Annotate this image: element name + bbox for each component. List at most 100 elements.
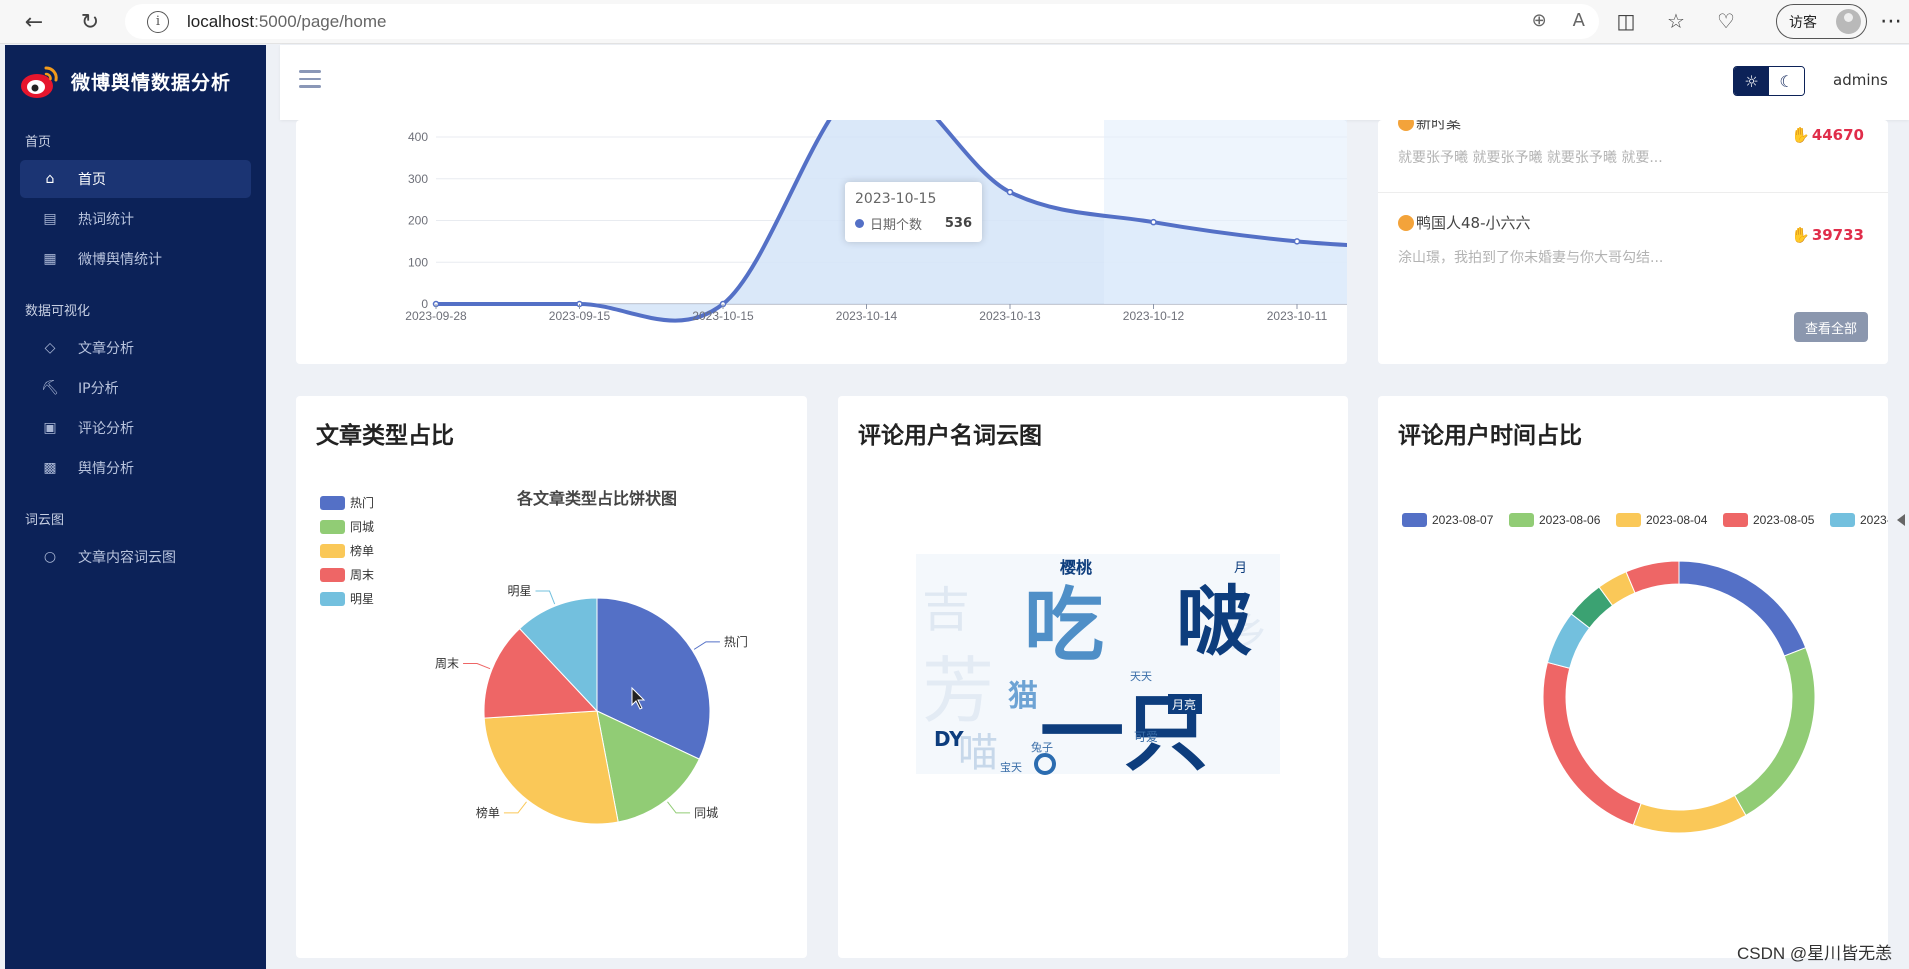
donut-segment [1678, 560, 1807, 657]
sidebar-item-comment-analysis[interactable]: ▣ 评论分析 [20, 409, 251, 447]
zoom-icon[interactable]: ⊕ [1532, 10, 1547, 31]
username-wordcloud-image: 吉 芳 乡 喵 吃 啵 一只 猫 樱桃 月亮 可爱 兔子 宝天 天天 月 DY [916, 554, 1280, 782]
comment-time-donut-chart[interactable]: 2023-08-07 2023-08-06 2023-08-04 2023-08-05… [1378, 396, 1888, 958]
chart-tooltip: 2023-10-15 日期个数 536 [845, 182, 982, 242]
legend-swatch [1830, 513, 1855, 527]
sidebar-item-label: 热词统计 [78, 212, 134, 228]
slice-label: 明星 [507, 584, 531, 598]
label-line [693, 641, 720, 650]
svg-text:吉: 吉 [922, 582, 970, 638]
svg-text:DY: DY [934, 727, 964, 751]
light-mode-icon[interactable]: ☼ [1734, 67, 1769, 95]
sidebar-item-label: 文章分析 [78, 341, 134, 357]
svg-text:芳: 芳 [922, 649, 994, 733]
sidebar-item-article-analysis[interactable]: ◇ 文章分析 [20, 329, 251, 367]
section-title-home: 首页 [25, 135, 52, 150]
sidebar-item-sentiment-analysis[interactable]: ▩ 舆情分析 [20, 449, 251, 487]
slice-label: 同城 [694, 806, 718, 820]
user-avatar-icon [1398, 120, 1414, 131]
watermark: CSDN @星川皆无恙 [1737, 944, 1893, 963]
app-title: 微博舆情数据分析 [71, 71, 232, 94]
url-text[interactable]: localhost:5000/page/home [187, 12, 386, 32]
browser-health-icon[interactable]: ♡ [1712, 5, 1740, 37]
data-point [1150, 218, 1157, 226]
word-tuzi: 兔子 [1031, 740, 1053, 754]
word-yue: 月 [1234, 561, 1247, 576]
legend-label: 2023-08-07 [1432, 513, 1494, 527]
username-wordcloud-card: 评论用户名词云图 吉 芳 乡 喵 吃 啵 一只 猫 樱桃 月亮 可爱 兔子 宝天… [838, 396, 1348, 958]
legend-swatch [320, 568, 345, 582]
legend-label: 明星 [350, 592, 374, 606]
theme-toggle[interactable]: ☼ ☾ [1733, 66, 1805, 96]
slice-label: 周末 [435, 657, 459, 671]
list-item[interactable]: 鸭国人48-小六六 涂山璟，我拍到了你未婚妻与你大哥勾结... ✋ 39733 [1398, 212, 1868, 267]
date-count-area-chart[interactable]: 01002003004002023-09-28 2023-09-15 2023-10… [296, 120, 1347, 364]
more-icon[interactable]: ⋯ [1880, 9, 1902, 34]
x-tick-label: 2023-09-28 [405, 309, 467, 323]
donut-segment [1542, 661, 1642, 826]
sidebar-item-ip-analysis[interactable]: ⛏ IP分析 [20, 369, 251, 407]
word-tiantian: 天天 [1130, 670, 1152, 683]
menu-toggle-icon[interactable] [299, 70, 321, 93]
brand[interactable]: 微博舆情数据分析 [5, 45, 266, 117]
y-tick-label: 200 [408, 214, 428, 228]
browser-toolbar: ← ↻ i localhost:5000/page/home ⊕ A ◫ ☆ ♡… [0, 0, 1909, 44]
word-bo: 啵 [1176, 577, 1252, 666]
legend-swatch [320, 520, 345, 534]
tooltip-value: 536 [944, 216, 972, 231]
date-count-chart-card: 0 100 200 300 400 2023-09-28 2023-09-15 2023-10… [296, 120, 1347, 364]
sidebar-item-home[interactable]: ⌂ 首页 [20, 160, 251, 198]
back-arrow-icon[interactable]: ← [14, 2, 54, 42]
legend-swatch [1509, 513, 1534, 527]
sidebar-item-hotwords[interactable]: ▤ 热词统计 [20, 200, 251, 238]
sidebar-item-label: 评论分析 [78, 421, 134, 437]
sidebar-item-label: 微博舆情统计 [78, 252, 162, 268]
label-line [463, 663, 491, 670]
label-line [535, 590, 556, 605]
donut-segment [1625, 560, 1680, 594]
top-header: ☼ ☾ admins [280, 45, 1909, 120]
legend-label: 2023- [1860, 513, 1888, 527]
post-text: 就要张予曦 就要张予曦 就要张予曦 就要... [1398, 150, 1663, 166]
clipboard-icon: ▩ [43, 460, 57, 476]
split-screen-icon[interactable]: ◫ [1612, 5, 1640, 37]
post-user: 新时案 [1416, 120, 1462, 132]
favorites-icon[interactable]: ☆ [1662, 5, 1690, 37]
word-yingtao: 樱桃 [1060, 558, 1092, 577]
refresh-icon[interactable]: ↻ [70, 2, 110, 42]
username[interactable]: admins [1833, 71, 1888, 89]
pie-slice [483, 710, 619, 825]
slice-label: 榜单 [476, 805, 500, 820]
site-info-icon[interactable]: i [147, 10, 169, 33]
dark-mode-icon[interactable]: ☾ [1769, 67, 1804, 95]
list-item[interactable]: 新时案 就要张予曦 就要张予曦 就要张予曦 就要... ✋ 44670 [1398, 120, 1868, 167]
like-count: ✋ 39733 [1791, 226, 1864, 244]
legend-swatch [1723, 513, 1748, 527]
address-bar[interactable]: i localhost:5000/page/home ⊕ A [125, 4, 1599, 39]
profile-label: 访客 [1789, 14, 1817, 31]
sidebar-item-label: IP分析 [78, 381, 119, 397]
view-all-button[interactable]: 查看全部 [1794, 312, 1868, 342]
x-tick-label: 2023-10-14 [836, 309, 898, 323]
sidebar-item-article-wordcloud[interactable]: ○ 文章内容词云图 [20, 538, 251, 576]
comment-chart-icon: ▣ [43, 420, 57, 436]
word-mao: 猫 [1008, 679, 1038, 714]
legend-swatch [320, 496, 345, 510]
scroll-arrow-icon[interactable] [1897, 514, 1905, 526]
post-text: 涂山璟，我拍到了你未婚妻与你大哥勾结... [1398, 250, 1664, 266]
weibo-logo-icon [19, 60, 61, 102]
legend-label: 同城 [350, 520, 374, 534]
home-icon: ⌂ [45, 171, 55, 187]
profile-button[interactable]: 访客 [1776, 4, 1867, 39]
sidebar-item-weibo-stats[interactable]: ▦ 微博舆情统计 [20, 240, 251, 278]
tag-icon: ◇ [44, 340, 56, 356]
x-tick-label: 2023-10-11 [1267, 309, 1328, 323]
word-baotian: 宝天 [1000, 760, 1022, 774]
x-tick-label: 2023-09-15 [549, 309, 611, 323]
slice-label: 热门 [724, 634, 748, 649]
article-type-pie-chart[interactable]: 各文章类型占比饼状图热门同城榜单周末明星热门同城榜单周末明星 [296, 396, 807, 958]
label-line [667, 801, 691, 814]
data-point [1006, 188, 1014, 196]
legend-label: 2023-08-05 [1753, 513, 1815, 527]
read-aloud-icon[interactable]: A [1573, 10, 1585, 31]
